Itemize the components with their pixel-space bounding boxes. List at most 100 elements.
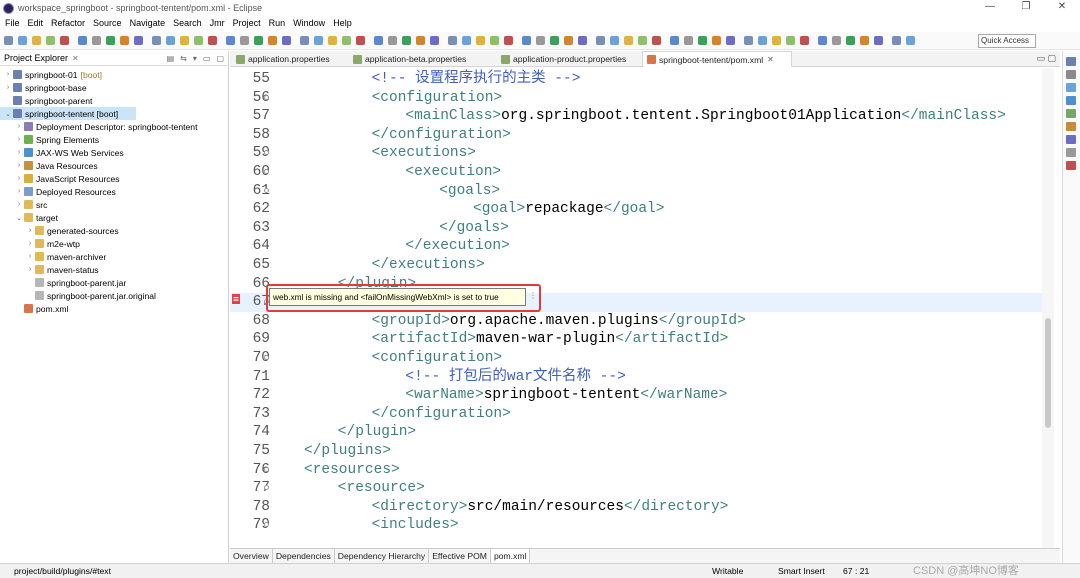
collapsed-arrow-icon[interactable]: › bbox=[4, 71, 12, 78]
tree-item[interactable]: springboot-parent.jar bbox=[26, 276, 126, 289]
toolbar-button-icon[interactable] bbox=[388, 36, 397, 45]
close-tab-icon[interactable]: ✕ bbox=[767, 55, 774, 64]
tree-item[interactable]: › JAX-WS Web Services bbox=[15, 146, 124, 159]
tree-item[interactable]: › JavaScript Resources bbox=[15, 172, 120, 185]
toolbar-button-icon[interactable] bbox=[564, 36, 573, 45]
minimize-view-icon[interactable]: ▭ bbox=[203, 54, 211, 63]
view-shortcut-icon[interactable] bbox=[1066, 135, 1076, 144]
fold-toggle-icon[interactable] bbox=[264, 466, 269, 472]
toolbar-button-icon[interactable] bbox=[180, 36, 189, 45]
tree-item[interactable]: ⌄ target bbox=[15, 211, 58, 224]
view-shortcut-icon[interactable] bbox=[1066, 161, 1076, 170]
maximize-view-icon[interactable]: ▢ bbox=[216, 54, 224, 63]
toolbar-button-icon[interactable] bbox=[92, 36, 101, 45]
editor-window-controls[interactable]: ▭ ▢ bbox=[1036, 53, 1056, 64]
toolbar-button-icon[interactable] bbox=[314, 36, 323, 45]
toolbar-button-icon[interactable] bbox=[60, 36, 69, 45]
toolbar-button-icon[interactable] bbox=[374, 36, 383, 45]
menu-jmr[interactable]: Jmr bbox=[210, 18, 225, 28]
toolbar-button-icon[interactable] bbox=[46, 36, 55, 45]
pom-tab[interactable]: Dependency Hierarchy bbox=[335, 549, 430, 563]
collapsed-arrow-icon[interactable]: › bbox=[26, 240, 34, 247]
menu-refactor[interactable]: Refactor bbox=[51, 18, 85, 28]
collapse-all-icon[interactable]: ▤ bbox=[167, 54, 175, 63]
toolbar-button-icon[interactable] bbox=[208, 36, 217, 45]
expanded-arrow-icon[interactable]: ⌄ bbox=[4, 110, 12, 118]
fold-toggle-icon[interactable] bbox=[264, 94, 269, 100]
code-line[interactable]: 78 <directory>src/main/resources</directo… bbox=[230, 498, 1042, 517]
toolbar-button-icon[interactable] bbox=[860, 36, 869, 45]
toolbar-button-icon[interactable] bbox=[744, 36, 753, 45]
tree-item[interactable]: › maven-status bbox=[26, 263, 99, 276]
view-shortcut-icon[interactable] bbox=[1066, 109, 1076, 118]
toolbar-button-icon[interactable] bbox=[106, 36, 115, 45]
menu-navigate[interactable]: Navigate bbox=[130, 18, 166, 28]
fold-toggle-icon[interactable] bbox=[264, 169, 269, 174]
fold-toggle-icon[interactable] bbox=[264, 355, 269, 360]
view-shortcut-icon[interactable] bbox=[1066, 57, 1076, 66]
code-line[interactable]: 73 </configuration> bbox=[230, 405, 1042, 424]
toolbar-button-icon[interactable] bbox=[402, 36, 411, 45]
toolbar-button-icon[interactable] bbox=[698, 36, 707, 45]
code-line[interactable]: 55 <!-- 设置程序执行的主类 --> bbox=[230, 70, 1042, 89]
view-menu-icon[interactable]: ▾ bbox=[193, 54, 197, 63]
toolbar-button-icon[interactable] bbox=[120, 36, 129, 45]
tree-item[interactable]: springboot-parent bbox=[4, 94, 92, 107]
toolbar-button-icon[interactable] bbox=[18, 36, 27, 45]
tree-item[interactable]: › Spring Elements bbox=[15, 133, 99, 146]
fold-toggle-icon[interactable] bbox=[264, 187, 269, 193]
tree-item[interactable]: › springboot-base bbox=[4, 81, 87, 94]
editor-tab[interactable]: application-product.properties bbox=[497, 51, 640, 67]
editor-tab[interactable]: springboot-tentent/pom.xml ✕ bbox=[642, 51, 792, 67]
collapsed-arrow-icon[interactable]: › bbox=[26, 266, 34, 273]
maximize-button[interactable]: ❐ bbox=[1008, 0, 1044, 16]
close-view-icon[interactable]: ✕ bbox=[72, 54, 79, 63]
toolbar-button-icon[interactable] bbox=[240, 36, 249, 45]
tree-item[interactable]: › Deployed Resources bbox=[15, 185, 116, 198]
code-line[interactable]: 79 <includes> bbox=[230, 516, 1042, 535]
collapsed-arrow-icon[interactable]: › bbox=[15, 188, 23, 195]
view-shortcut-icon[interactable] bbox=[1066, 122, 1076, 131]
tree-item[interactable]: › src bbox=[15, 198, 48, 211]
toolbar-button-icon[interactable] bbox=[624, 36, 633, 45]
code-line[interactable]: 56 <configuration> bbox=[230, 89, 1042, 108]
menu-project[interactable]: Project bbox=[233, 18, 261, 28]
scrollbar-thumb[interactable] bbox=[1045, 318, 1051, 428]
collapsed-arrow-icon[interactable]: › bbox=[15, 149, 23, 156]
toolbar-button-icon[interactable] bbox=[800, 36, 809, 45]
toolbar-button-icon[interactable] bbox=[832, 36, 841, 45]
toolbar-button-icon[interactable] bbox=[416, 36, 425, 45]
code-line[interactable]: 74 </plugin> bbox=[230, 423, 1042, 442]
toolbar-button-icon[interactable] bbox=[448, 36, 457, 45]
quick-access-input[interactable]: Quick Access bbox=[978, 34, 1036, 48]
toolbar-button-icon[interactable] bbox=[254, 36, 263, 45]
tree-item[interactable]: › generated-sources bbox=[26, 224, 119, 237]
collapsed-arrow-icon[interactable]: › bbox=[15, 175, 23, 182]
code-line[interactable]: 71 <!-- 打包后的war文件名称 --> bbox=[230, 368, 1042, 387]
toolbar-button-icon[interactable] bbox=[134, 36, 143, 45]
code-line[interactable]: 61 <goals> bbox=[230, 182, 1042, 201]
view-shortcut-icon[interactable] bbox=[1066, 96, 1076, 105]
collapsed-arrow-icon[interactable]: › bbox=[26, 253, 34, 260]
toolbar-button-icon[interactable] bbox=[4, 36, 13, 45]
pom-tab[interactable]: Effective POM bbox=[429, 549, 491, 563]
toolbar-button-icon[interactable] bbox=[610, 36, 619, 45]
toolbar-button-icon[interactable] bbox=[536, 36, 545, 45]
menu-file[interactable]: File bbox=[5, 18, 20, 28]
toolbar-button-icon[interactable] bbox=[356, 36, 365, 45]
link-editor-icon[interactable]: ⇆ bbox=[180, 54, 187, 63]
code-line[interactable]: 60 <execution> bbox=[230, 163, 1042, 182]
code-line[interactable]: 69 <artifactId>maven-war-plugin</artifact… bbox=[230, 330, 1042, 349]
code-line[interactable]: 64 </execution> bbox=[230, 237, 1042, 256]
toolbar-button-icon[interactable] bbox=[226, 36, 235, 45]
code-line[interactable]: 75 </plugins> bbox=[230, 442, 1042, 461]
code-line[interactable]: 59 <executions> bbox=[230, 144, 1042, 163]
code-line[interactable]: 77 <resource> bbox=[230, 479, 1042, 498]
toolbar-button-icon[interactable] bbox=[652, 36, 661, 45]
tree-item[interactable]: pom.xml bbox=[15, 302, 68, 315]
view-shortcut-icon[interactable] bbox=[1066, 70, 1076, 79]
toolbar-button-icon[interactable] bbox=[476, 36, 485, 45]
toolbar-button-icon[interactable] bbox=[152, 36, 161, 45]
toolbar-button-icon[interactable] bbox=[638, 36, 647, 45]
code-line[interactable]: 63 </goals> bbox=[230, 219, 1042, 238]
